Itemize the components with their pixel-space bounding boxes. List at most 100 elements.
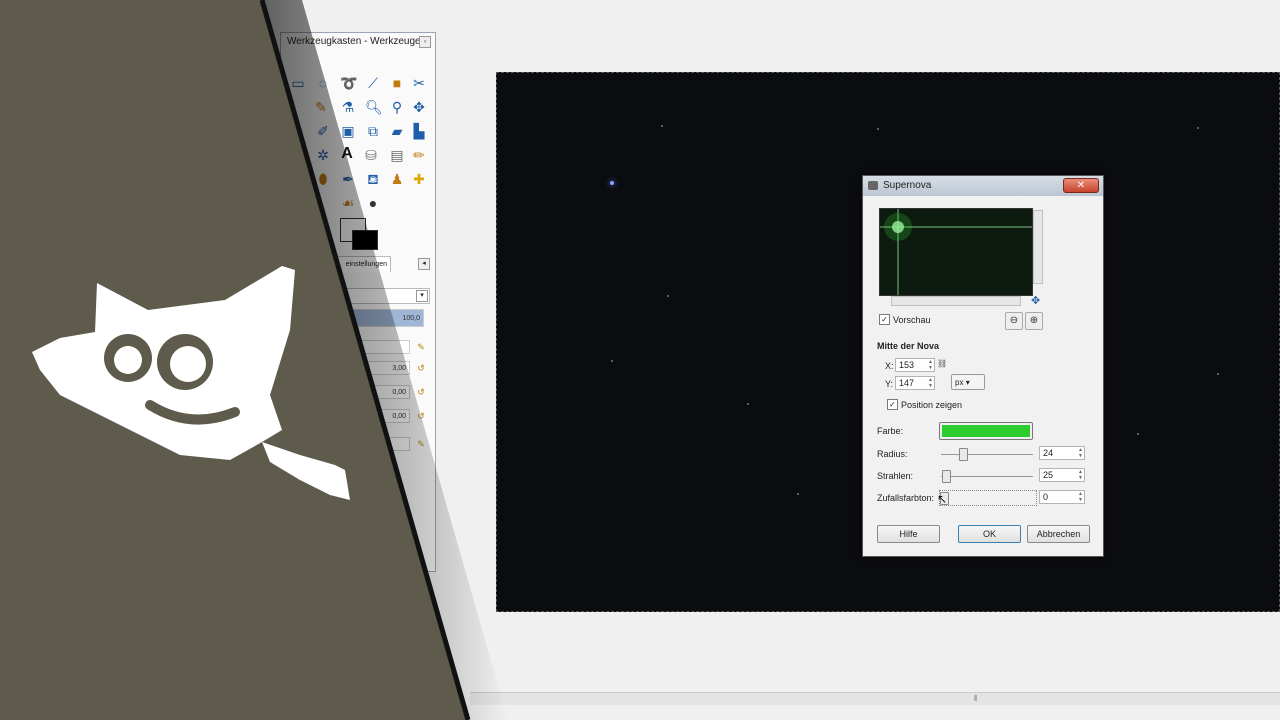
brush-field[interactable]	[330, 340, 410, 354]
eraser-icon[interactable]: ⬮	[315, 171, 331, 187]
pencil-icon[interactable]: ✏	[411, 147, 427, 163]
rays-slider[interactable]	[941, 476, 1033, 477]
cancel-button[interactable]: Abbrechen	[1027, 525, 1090, 543]
preview-hscroll[interactable]	[891, 296, 1021, 306]
close-button[interactable]: ✕	[1063, 178, 1099, 193]
preview-vscroll[interactable]	[1033, 210, 1043, 284]
background-color-swatch[interactable]	[352, 230, 378, 250]
ellipse-select-icon[interactable]: ◌	[315, 75, 331, 91]
cage-icon[interactable]: ✲	[315, 147, 331, 163]
lasso-icon[interactable]: ➰	[340, 75, 357, 91]
measure-icon[interactable]: ⚲	[389, 99, 405, 115]
ok-button[interactable]: OK	[958, 525, 1021, 543]
shear-icon[interactable]: ▰	[389, 123, 405, 139]
star	[1197, 127, 1199, 129]
random-hue-slider[interactable]	[939, 490, 1037, 506]
navigate-icon[interactable]: ✥	[1031, 294, 1040, 307]
text-icon[interactable]: A	[339, 146, 355, 162]
radius-label: Radius:	[877, 449, 908, 459]
y-label: Y:	[885, 379, 894, 389]
help-button[interactable]: Hilfe	[877, 525, 940, 543]
x-label: X:	[885, 361, 894, 371]
spin-arrows-icon[interactable]: ▲ ▼	[1078, 491, 1083, 503]
rays-label: Strahlen:	[877, 471, 914, 481]
gimp-logo-eyes	[104, 334, 240, 425]
mode-select[interactable]: ▾	[330, 288, 430, 304]
random-hue-input[interactable]: 0 ▲ ▼	[1039, 490, 1085, 504]
toolbox-close-button[interactable]: ▫	[419, 36, 431, 48]
spin-arrows-icon[interactable]: ▲ ▼	[1078, 447, 1083, 459]
ink-icon[interactable]: ⛾	[365, 171, 381, 187]
opacity-slider[interactable]: 100,0	[330, 309, 424, 327]
nova-preview-image	[880, 209, 1032, 295]
chain-link-icon[interactable]: ⛓	[937, 360, 947, 368]
rect-select-icon[interactable]: ▭	[290, 75, 306, 91]
heal-icon[interactable]: ✚	[411, 171, 427, 187]
x-input[interactable]: 153 ▲ ▼	[895, 358, 935, 372]
scissors-icon[interactable]: ✂	[411, 75, 427, 91]
dialog-titlebar[interactable]: Supernova ✕	[863, 176, 1103, 196]
radius-slider[interactable]	[941, 454, 1033, 455]
supernova-dialog: Supernova ✕ ✥ ✓ Vorschau ⊖ ⊕ Mitte der N…	[862, 175, 1104, 557]
move-icon[interactable]: ✥	[411, 99, 427, 115]
star	[610, 181, 614, 185]
radius-value: 24	[1043, 448, 1054, 458]
size-field[interactable]: 3,00	[330, 361, 410, 375]
aspect-field[interactable]: 0,00	[330, 385, 410, 399]
paths-icon[interactable]: ✎	[313, 99, 329, 115]
section-title: Mitte der Nova	[877, 341, 940, 351]
chevron-down-icon: ▾	[416, 290, 428, 302]
tab-menu-icon[interactable]: ◂	[418, 258, 430, 270]
angle-field[interactable]: 0,00	[330, 409, 410, 423]
preview-area[interactable]	[879, 208, 1033, 296]
edit-icon[interactable]: ✎	[416, 342, 426, 352]
rays-value: 25	[1043, 470, 1054, 480]
clone-icon[interactable]: ♟	[389, 171, 405, 187]
color-button[interactable]	[939, 422, 1033, 440]
dodge-burn-icon[interactable]: ●	[365, 195, 381, 211]
smudge-icon[interactable]: ☙	[340, 195, 356, 211]
rotate-icon[interactable]: ▣	[340, 123, 356, 139]
gradient-icon[interactable]: ▤	[389, 147, 405, 163]
spin-arrows-icon[interactable]: ▲ ▼	[928, 359, 933, 371]
color-picker-icon[interactable]: ⚗	[340, 99, 356, 115]
app-icon	[868, 181, 878, 190]
tool-options-tab[interactable]: einstellungen	[335, 256, 391, 272]
dialog-title: Supernova	[883, 180, 932, 191]
bucket-fill-icon[interactable]: ⛁	[363, 147, 379, 163]
star	[611, 360, 613, 362]
star	[877, 128, 879, 130]
unit-select[interactable]: px ▾	[951, 374, 985, 390]
rays-input[interactable]: 25 ▲ ▼	[1039, 468, 1085, 482]
rays-slider-thumb[interactable]	[942, 470, 951, 483]
star	[661, 125, 663, 127]
spin-arrows-icon[interactable]: ▲ ▼	[928, 377, 933, 389]
random-hue-label: Zufallsfarbton:	[877, 493, 935, 503]
reset-icon[interactable]: ↺	[416, 363, 426, 373]
zoom-in-icon[interactable]: ⊕	[1025, 312, 1043, 330]
edit-icon[interactable]: ✎	[416, 439, 426, 449]
reset-icon[interactable]: ↺	[416, 411, 426, 421]
pencil-small-icon[interactable]: ✐	[315, 123, 331, 139]
radius-slider-thumb[interactable]	[959, 448, 968, 461]
dynamics-field[interactable]	[330, 437, 410, 451]
color-select-icon[interactable]: ■	[389, 75, 405, 91]
reset-icon[interactable]: ↺	[416, 387, 426, 397]
zoom-out-icon[interactable]: ⊖	[1005, 312, 1023, 330]
star	[667, 295, 669, 297]
y-input[interactable]: 147 ▲ ▼	[895, 376, 935, 390]
horizontal-scrollbar[interactable]: ⦀	[470, 692, 1280, 705]
scale-icon[interactable]: ⧉	[365, 123, 381, 139]
fuzzy-select-icon[interactable]: ⟋	[365, 75, 381, 91]
color-swatch	[942, 425, 1030, 437]
show-position-checkbox[interactable]: ✓	[887, 399, 898, 410]
zoom-icon[interactable]: 🔍︎	[365, 99, 383, 115]
airbrush-icon[interactable]: ✒	[340, 171, 356, 187]
perspective-icon[interactable]: ▙	[411, 123, 427, 139]
star	[1137, 433, 1139, 435]
spin-arrows-icon[interactable]: ▲ ▼	[1078, 469, 1083, 481]
radius-input[interactable]: 24 ▲ ▼	[1039, 446, 1085, 460]
preview-checkbox[interactable]: ✓	[879, 314, 890, 325]
star	[747, 403, 749, 405]
y-value: 147	[899, 378, 915, 388]
